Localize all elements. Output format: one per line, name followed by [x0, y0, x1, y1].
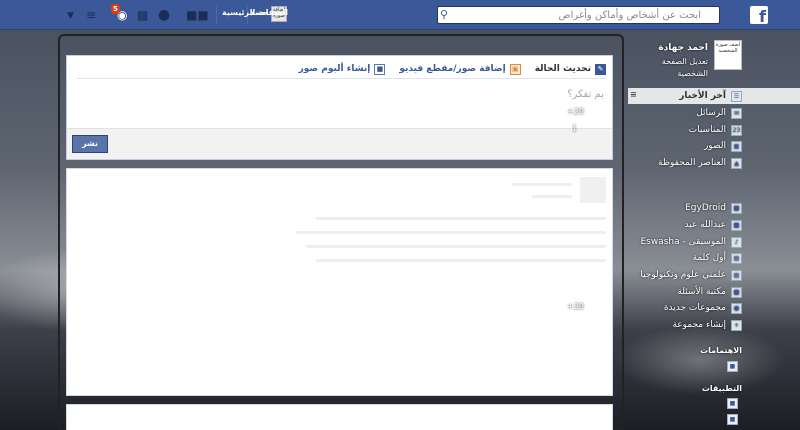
- sidebar-item-messages[interactable]: ✉ الرسائل 20+: [567, 105, 742, 121]
- photos-icon: ▣: [731, 140, 742, 152]
- profile-name-link[interactable]: احمد جهادة: [658, 43, 708, 53]
- nav-home-link[interactable]: الصفحة الرئيسية: [222, 8, 288, 17]
- status-textarea[interactable]: بم تفكر؟: [567, 89, 604, 100]
- album-icon: ■: [374, 63, 386, 75]
- sidebar-item-label: عبدالله عيد: [684, 220, 726, 230]
- sidebar-item-label: الموسيقى - Eswasha: [640, 237, 726, 247]
- composer-footer: نشر: [67, 128, 612, 159]
- skeleton-line: [306, 245, 606, 248]
- account-menu-chevron-down-icon[interactable]: ▼: [67, 10, 74, 22]
- friend-requests-icon[interactable]: ■■: [186, 9, 209, 21]
- sidebar-item-group[interactable]: ▤ علمني علوم وتكنولوجيا: [622, 267, 742, 283]
- tab-create-album-label: إنشاء ألبوم صور: [298, 64, 371, 74]
- sidebar-item-new-groups[interactable]: ● مجموعات جديدة 20+: [567, 300, 742, 316]
- status-composer: ✎ تحديث الحالة ▣ إضافة صور/مقطع فيديو ■ …: [66, 55, 613, 160]
- photo-icon: ▣: [509, 63, 521, 75]
- sidebar-item-label: مكتبة الأسئلة: [677, 287, 726, 297]
- tab-add-photo-video-label: إضافة صور/مقطع فيديو: [399, 64, 506, 74]
- sidebar-item-group[interactable]: ■ EgyDroid: [622, 200, 742, 216]
- post-button[interactable]: نشر: [72, 135, 108, 153]
- skeleton-line: [316, 217, 606, 220]
- sidebar-item-count: 20+: [567, 302, 584, 311]
- messages-icon[interactable]: ▩: [137, 9, 148, 21]
- app-icon[interactable]: ■: [727, 398, 738, 409]
- create-group-icon: +: [731, 319, 742, 331]
- messages-icon: ✉: [731, 107, 742, 119]
- sidebar-item-label: الرسائل: [696, 108, 726, 118]
- music-icon: ♪: [731, 236, 742, 248]
- left-sidebar: أضف صورة الشخصية احمد جهادة تعديل الصفحة…: [567, 34, 800, 430]
- sidebar-item-group[interactable]: ■ عبدالله عيد: [622, 217, 742, 233]
- feed-story-placeholder: [66, 404, 613, 430]
- sidebar-item-count: 20+: [567, 107, 584, 116]
- sidebar-item-events[interactable]: 23 المناسبات 1: [572, 122, 742, 138]
- pencil-icon: ✎: [595, 63, 606, 75]
- skeleton-line: [512, 183, 572, 186]
- skeleton-line: [296, 231, 606, 234]
- nav-separator: [216, 6, 217, 24]
- facebook-logo-icon[interactable]: f: [750, 6, 768, 26]
- sidebar-item-saved[interactable]: ▲ العناصر المحفوظة: [622, 155, 742, 171]
- sidebar-item-label: إنشاء مجموعة: [672, 320, 726, 330]
- sidebar-item-news-feed[interactable]: ☰ آخر الأخبار ≡: [628, 88, 800, 104]
- saved-icon: ▲: [731, 157, 742, 169]
- skeleton-line: [532, 195, 572, 198]
- sidebar-item-group[interactable]: ♪ الموسيقى - Eswasha: [622, 234, 742, 250]
- composer-divider: [77, 78, 606, 79]
- tab-add-photo-video[interactable]: ▣ إضافة صور/مقطع فيديو: [399, 61, 521, 77]
- events-icon: 23: [731, 124, 742, 136]
- search-input[interactable]: ابحث عن أشخاص وأماكن وأغراض: [437, 6, 720, 24]
- top-navigation-bar: f ابحث عن أشخاص وأماكن وأغراض ⚲ إضافة صو…: [0, 0, 800, 30]
- profile-picture[interactable]: أضف صورة الشخصية: [714, 40, 742, 70]
- tab-create-album[interactable]: ■ إنشاء ألبوم صور: [299, 61, 386, 77]
- sidebar-item-label: الصور: [703, 141, 726, 151]
- sidebar-item-label: EgyDroid: [685, 203, 726, 213]
- groups-icon: ●: [731, 302, 742, 314]
- book-icon: ▤: [731, 269, 742, 281]
- search-icon[interactable]: ⚲: [440, 8, 454, 22]
- tab-update-status-label: تحديث الحالة: [534, 64, 591, 74]
- sidebar-item-label: المناسبات: [688, 125, 726, 135]
- sidebar-item-count: ≡: [630, 90, 637, 99]
- group-icon: ■: [731, 286, 742, 298]
- sidebar-item-label: أول كلمة: [692, 253, 726, 263]
- sidebar-item-group[interactable]: ■ مكتبة الأسئلة: [622, 284, 742, 300]
- news-feed-icon: ☰: [731, 90, 742, 102]
- book-icon: ▤: [731, 252, 742, 264]
- group-icon: ■: [731, 202, 742, 214]
- sidebar-item-count: 1: [572, 124, 578, 133]
- skeleton-line: [316, 259, 606, 262]
- notification-badge: 5: [111, 4, 120, 14]
- rss-icon[interactable]: ■: [727, 361, 738, 372]
- sidebar-item-create-group[interactable]: + إنشاء مجموعة: [622, 317, 742, 333]
- interests-header: الاهتمامات: [700, 346, 742, 355]
- page-icon: ■: [731, 219, 742, 231]
- sidebar-item-label: علمني علوم وتكنولوجيا: [640, 270, 726, 280]
- sidebar-item-label: مجموعات جديدة: [663, 303, 726, 313]
- privacy-shortcuts-icon[interactable]: ≡: [86, 9, 96, 21]
- skeleton-avatar: [580, 177, 606, 203]
- tab-update-status[interactable]: ✎ تحديث الحالة: [535, 61, 606, 77]
- app-icon[interactable]: ■: [727, 414, 738, 425]
- sidebar-item-label: آخر الأخبار: [679, 91, 726, 101]
- sidebar-item-photos[interactable]: ▣ الصور: [622, 138, 742, 154]
- sidebar-item-label: العناصر المحفوظة: [658, 158, 726, 168]
- feed-story-placeholder: [66, 168, 613, 396]
- edit-profile-link[interactable]: تعديل الصفحة الشخصية: [638, 56, 708, 80]
- composer-tabs: ✎ تحديث الحالة ▣ إضافة صور/مقطع فيديو ■ …: [299, 61, 606, 77]
- sidebar-item-group[interactable]: ▤ أول كلمة: [622, 250, 742, 266]
- friends-icon[interactable]: ●: [158, 8, 170, 22]
- apps-header: التطبيقات: [701, 384, 742, 393]
